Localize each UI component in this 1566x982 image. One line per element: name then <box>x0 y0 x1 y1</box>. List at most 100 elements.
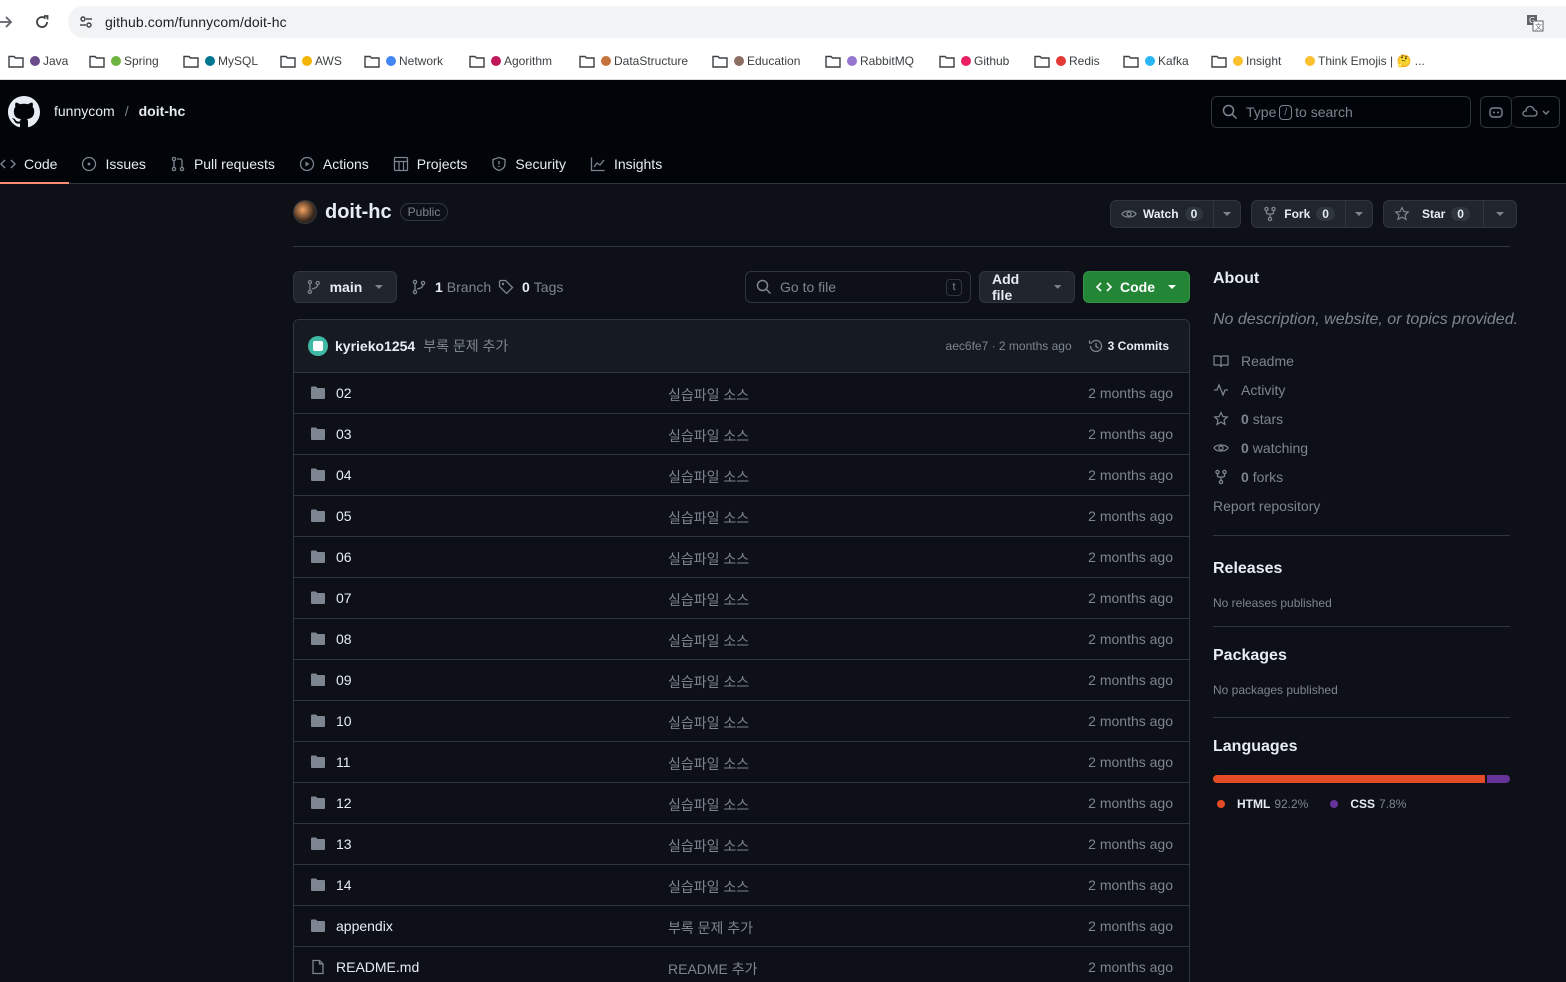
tab-actions[interactable]: Actions <box>287 144 381 184</box>
bookmark-item[interactable]: Kafka <box>1123 51 1189 71</box>
reload-icon[interactable] <box>33 13 51 31</box>
file-commit-message[interactable]: 실습파일 소스 <box>668 795 749 815</box>
copilot-menu-button[interactable] <box>1512 96 1560 128</box>
avatar[interactable] <box>308 336 328 356</box>
table-row[interactable]: 02 실습파일 소스 2 months ago <box>294 373 1189 414</box>
table-row[interactable]: 14 실습파일 소스 2 months ago <box>294 865 1189 906</box>
bookmark-item[interactable]: Github <box>939 51 1009 71</box>
tab-pull-requests[interactable]: Pull requests <box>158 144 287 184</box>
file-name-link[interactable]: 09 <box>336 672 352 688</box>
file-name-link[interactable]: 07 <box>336 590 352 606</box>
file-name-link[interactable]: 03 <box>336 426 352 442</box>
table-row[interactable]: 04 실습파일 소스 2 months ago <box>294 455 1189 496</box>
file-name-link[interactable]: appendix <box>336 918 393 934</box>
table-row[interactable]: appendix 부록 문제 추가 2 months ago <box>294 906 1189 947</box>
file-commit-message[interactable]: 실습파일 소스 <box>668 508 749 528</box>
watch-dropdown-button[interactable] <box>1214 201 1240 227</box>
table-row[interactable]: 03 실습파일 소스 2 months ago <box>294 414 1189 455</box>
owner-link[interactable]: funnycom <box>54 103 115 119</box>
github-logo-icon[interactable] <box>8 96 40 128</box>
file-name-link[interactable]: 06 <box>336 549 352 565</box>
file-name-link[interactable]: 14 <box>336 877 352 893</box>
file-name-link[interactable]: 04 <box>336 467 352 483</box>
watch-button[interactable]: Watch 0 <box>1111 201 1215 227</box>
copilot-button[interactable] <box>1480 96 1512 128</box>
file-commit-message[interactable]: 실습파일 소스 <box>668 672 749 692</box>
branch-select-button[interactable]: main <box>293 271 397 303</box>
tab-security[interactable]: Security <box>479 144 578 184</box>
file-commit-message[interactable]: 실습파일 소스 <box>668 631 749 651</box>
bookmark-item[interactable]: Think Emojis | 🤔 ... <box>1305 51 1425 71</box>
commit-message[interactable]: 부록 문제 추가 <box>423 336 508 356</box>
bookmark-item[interactable]: MySQL <box>183 51 258 71</box>
table-row[interactable]: README.md README 추가 2 months ago <box>294 947 1189 982</box>
releases-heading[interactable]: Releases <box>1213 560 1510 578</box>
repo-name[interactable]: doit-hc <box>325 201 392 224</box>
file-commit-message[interactable]: 부록 문제 추가 <box>668 918 753 938</box>
commit-author[interactable]: kyrieko1254 <box>335 338 415 354</box>
file-commit-message[interactable]: 실습파일 소스 <box>668 590 749 610</box>
go-to-file-input[interactable]: Go to file t <box>745 271 971 303</box>
bookmark-item[interactable]: Agorithm <box>469 51 552 71</box>
file-name-link[interactable]: 08 <box>336 631 352 647</box>
address-bar[interactable]: github.com/funnycom/doit-hc G文 <box>68 6 1566 38</box>
table-row[interactable]: 06 실습파일 소스 2 months ago <box>294 537 1189 578</box>
tab-projects[interactable]: Projects <box>381 144 480 184</box>
commit-hash-time[interactable]: aec6fe7 · 2 months ago <box>946 339 1072 353</box>
readme-link[interactable]: Readme <box>1213 346 1510 375</box>
fork-dropdown-button[interactable] <box>1346 201 1372 227</box>
file-commit-message[interactable]: 실습파일 소스 <box>668 754 749 774</box>
table-row[interactable]: 07 실습파일 소스 2 months ago <box>294 578 1189 619</box>
file-name-link[interactable]: 05 <box>336 508 352 524</box>
commits-link[interactable]: 3 Commits <box>1088 338 1169 354</box>
bookmark-item[interactable]: Education <box>712 51 800 71</box>
table-row[interactable]: 05 실습파일 소스 2 months ago <box>294 496 1189 537</box>
code-button[interactable]: Code <box>1083 271 1190 303</box>
language-item[interactable]: CSS 7.8% <box>1330 797 1406 811</box>
table-row[interactable]: 12 실습파일 소스 2 months ago <box>294 783 1189 824</box>
add-file-button[interactable]: Add file <box>979 271 1075 303</box>
bookmark-item[interactable]: Java <box>8 51 68 71</box>
activity-link[interactable]: Activity <box>1213 375 1510 404</box>
forks-link[interactable]: 0 forks <box>1213 462 1510 491</box>
report-repository-link[interactable]: Report repository <box>1213 491 1510 520</box>
table-row[interactable]: 09 실습파일 소스 2 months ago <box>294 660 1189 701</box>
translate-icon[interactable]: G文 <box>1526 14 1544 32</box>
star-dropdown-button[interactable] <box>1484 201 1516 227</box>
table-row[interactable]: 10 실습파일 소스 2 months ago <box>294 701 1189 742</box>
fork-button[interactable]: Fork 0 <box>1252 201 1346 227</box>
table-row[interactable]: 11 실습파일 소스 2 months ago <box>294 742 1189 783</box>
bookmark-item[interactable]: RabbitMQ <box>825 51 914 71</box>
file-commit-message[interactable]: 실습파일 소스 <box>668 713 749 733</box>
file-name-link[interactable]: 10 <box>336 713 352 729</box>
file-commit-message[interactable]: 실습파일 소스 <box>668 549 749 569</box>
bookmark-item[interactable]: Redis <box>1034 51 1100 71</box>
table-row[interactable]: 13 실습파일 소스 2 months ago <box>294 824 1189 865</box>
file-name-link[interactable]: README.md <box>336 959 419 975</box>
tab-issues[interactable]: Issues <box>69 144 157 184</box>
site-settings-icon[interactable] <box>78 14 94 30</box>
file-commit-message[interactable]: 실습파일 소스 <box>668 426 749 446</box>
file-commit-message[interactable]: README 추가 <box>668 959 758 979</box>
tab-insights[interactable]: Insights <box>578 144 674 184</box>
bookmark-item[interactable]: DataStructure <box>579 51 688 71</box>
bookmark-item[interactable]: Network <box>364 51 443 71</box>
file-name-link[interactable]: 11 <box>336 754 351 770</box>
table-row[interactable]: 08 실습파일 소스 2 months ago <box>294 619 1189 660</box>
repo-link[interactable]: doit-hc <box>139 103 186 119</box>
tags-link[interactable]: 0 Tags <box>498 279 563 295</box>
url-text[interactable]: github.com/funnycom/doit-hc <box>105 14 287 30</box>
file-name-link[interactable]: 02 <box>336 385 352 401</box>
file-commit-message[interactable]: 실습파일 소스 <box>668 385 749 405</box>
bookmark-item[interactable]: AWS <box>280 51 342 71</box>
bookmark-item[interactable]: Insight <box>1211 51 1281 71</box>
forward-arrow-icon[interactable] <box>0 12 14 32</box>
watching-link[interactable]: 0 watching <box>1213 433 1510 462</box>
file-name-link[interactable]: 12 <box>336 795 352 811</box>
packages-heading[interactable]: Packages <box>1213 647 1510 665</box>
star-button[interactable]: Star 0 <box>1384 201 1484 227</box>
file-commit-message[interactable]: 실습파일 소스 <box>668 467 749 487</box>
bookmark-item[interactable]: Spring <box>89 51 159 71</box>
language-item[interactable]: HTML 92.2% <box>1217 797 1308 811</box>
stars-link[interactable]: 0 stars <box>1213 404 1510 433</box>
